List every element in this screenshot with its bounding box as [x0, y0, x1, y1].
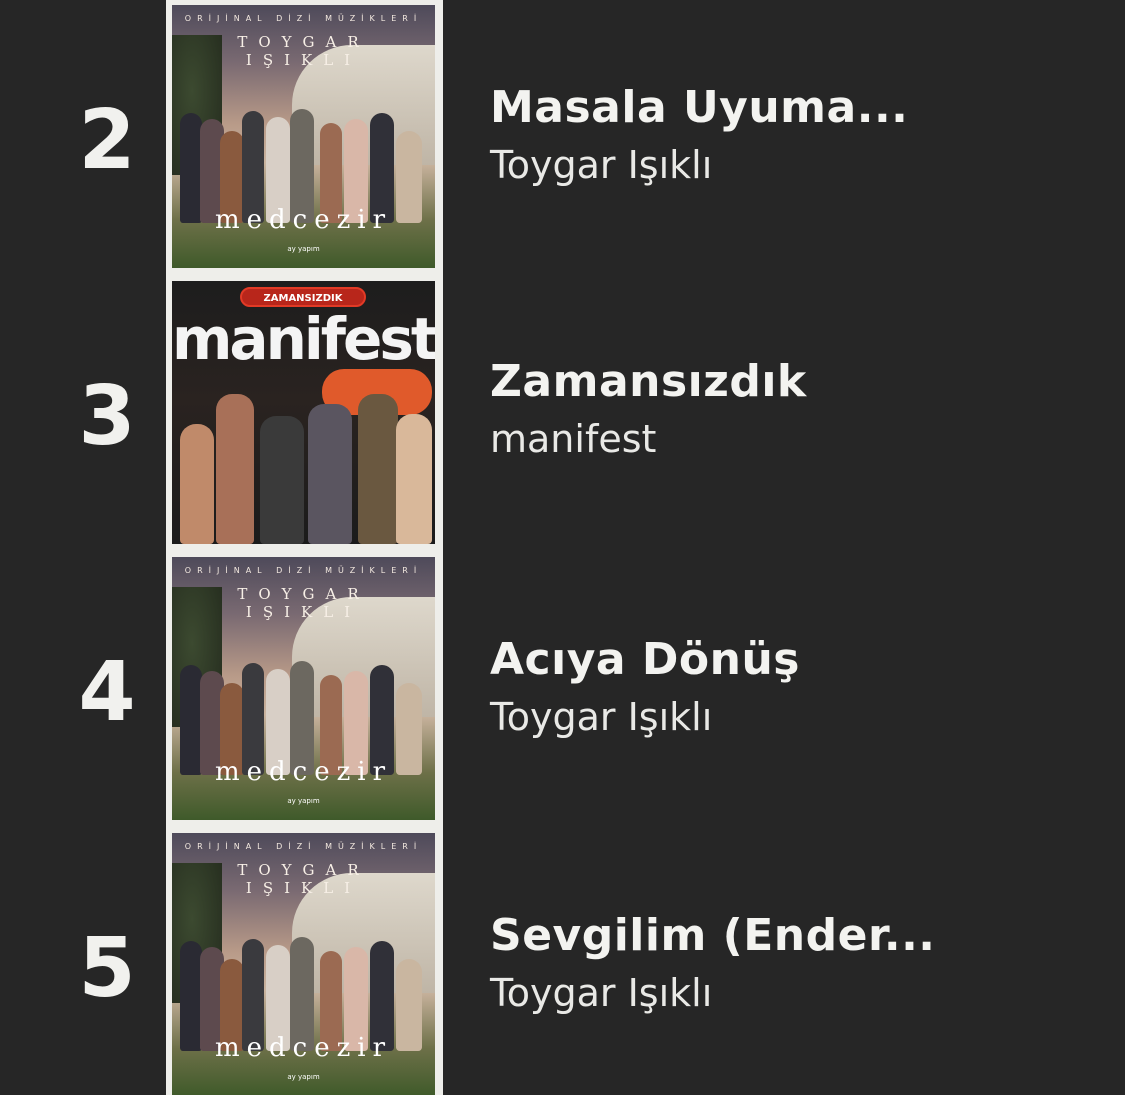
- chart-list: 2 ORİJİNAL DİZİ MÜZİKLERİ TOYGAR IŞIKLI …: [0, 0, 1125, 1095]
- art-subtitle: ORİJİNAL DİZİ MÜZİKLERİ: [184, 566, 423, 575]
- art-logo: manifest: [172, 305, 435, 373]
- art-label: ay yapım: [287, 1073, 320, 1081]
- track-title[interactable]: Zamansızdık: [490, 356, 807, 408]
- art-artist-name: TOYGAR IŞIKLI: [237, 33, 370, 69]
- chart-row-2[interactable]: 2 ORİJİNAL DİZİ MÜZİKLERİ TOYGAR IŞIKLI …: [0, 0, 1125, 276]
- cast-photo: [172, 911, 435, 1051]
- album-art-medcezir[interactable]: ORİJİNAL DİZİ MÜZİKLERİ TOYGAR IŞIKLI me…: [172, 557, 435, 820]
- art-artist-name: TOYGAR IŞIKLI: [237, 861, 370, 897]
- track-title[interactable]: Sevgilim (Ender...: [490, 910, 936, 962]
- art-logo: medcezir: [214, 1033, 393, 1063]
- rank-number: 2: [78, 93, 135, 188]
- album-art-medcezir[interactable]: ORİJİNAL DİZİ MÜZİKLERİ TOYGAR IŞIKLI me…: [172, 5, 435, 268]
- cast-photo: [172, 83, 435, 223]
- art-subtitle: ORİJİNAL DİZİ MÜZİKLERİ: [184, 14, 423, 23]
- art-logo: medcezir: [214, 205, 393, 235]
- art-logo: medcezir: [214, 757, 393, 787]
- art-subtitle: ORİJİNAL DİZİ MÜZİKLERİ: [184, 842, 423, 851]
- album-art-manifest[interactable]: ZAMANSIZDIK manifest: [172, 281, 435, 544]
- rank-number: 4: [78, 645, 135, 740]
- chart-row-5[interactable]: 5 ORİJİNAL DİZİ MÜZİKLERİ TOYGAR IŞIKLI …: [0, 828, 1125, 1095]
- track-title[interactable]: Masala Uyuma...: [490, 82, 908, 134]
- track-artist[interactable]: Toygar Işıklı: [490, 694, 712, 740]
- track-artist[interactable]: Toygar Işıklı: [490, 970, 712, 1016]
- album-art-medcezir[interactable]: ORİJİNAL DİZİ MÜZİKLERİ TOYGAR IŞIKLI me…: [172, 833, 435, 1095]
- art-artist-name: TOYGAR IŞIKLI: [237, 585, 370, 621]
- chart-row-4[interactable]: 4 ORİJİNAL DİZİ MÜZİKLERİ TOYGAR IŞIKLI …: [0, 552, 1125, 828]
- rank-number: 3: [78, 369, 135, 464]
- art-label: ay yapım: [287, 245, 320, 253]
- track-title[interactable]: Acıya Dönüş: [490, 634, 800, 686]
- art-label: ay yapım: [287, 797, 320, 805]
- chart-row-3[interactable]: 3 ZAMANSIZDIK manifest Zamansızdık manif…: [0, 276, 1125, 552]
- rank-number: 5: [78, 921, 135, 1016]
- cast-photo: [172, 635, 435, 775]
- track-artist[interactable]: Toygar Işıklı: [490, 142, 712, 188]
- track-artist[interactable]: manifest: [490, 416, 656, 462]
